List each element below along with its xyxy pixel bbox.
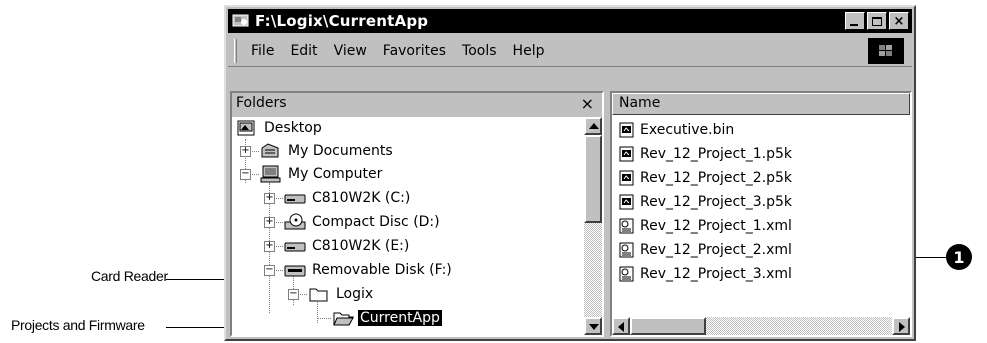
title-bar[interactable]: F:\Logix\CurrentApp × <box>228 9 912 33</box>
menu-help[interactable]: Help <box>505 43 553 59</box>
explorer-app-icon <box>232 13 250 29</box>
file-item[interactable]: Rev_12_Project_2.xml <box>618 239 792 261</box>
folder-icon <box>308 285 330 303</box>
arrow-right-icon <box>899 322 905 332</box>
tree-label: Compact Disc (D:) <box>312 214 440 230</box>
collapse-icon[interactable]: − <box>240 169 251 180</box>
scroll-up-button[interactable] <box>584 117 602 135</box>
menu-view[interactable]: View <box>326 43 375 59</box>
expand-icon[interactable]: + <box>240 146 251 157</box>
file-item[interactable]: Executive.bin <box>618 119 734 141</box>
menu-file[interactable]: File <box>243 43 282 59</box>
tree-item-removable-disk[interactable]: Removable Disk (F:) <box>284 259 454 281</box>
callout-projects-firmware: Projects and Firmware <box>11 317 145 333</box>
scroll-down-button[interactable] <box>584 317 602 335</box>
desktop-icon <box>236 119 258 137</box>
file-name: Rev_12_Project_3.p5k <box>640 194 792 210</box>
documents-folder-icon <box>260 142 282 160</box>
window-title: F:\Logix\CurrentApp <box>255 12 429 30</box>
menu-tools[interactable]: Tools <box>454 43 505 59</box>
menu-bar: File Edit View Favorites Tools Help <box>228 35 912 67</box>
binary-file-icon <box>618 145 636 163</box>
menu-favorites[interactable]: Favorites <box>375 43 454 59</box>
menu-edit[interactable]: Edit <box>282 43 325 59</box>
binary-file-icon <box>618 193 636 211</box>
file-item[interactable]: Rev_12_Project_3.xml <box>618 263 792 285</box>
file-item[interactable]: Rev_12_Project_1.p5k <box>618 143 792 165</box>
file-name: Executive.bin <box>640 122 735 138</box>
folder-tree: Desktop + My Documents − My Computer + C… <box>232 117 584 335</box>
file-name: Rev_12_Project_3.xml <box>640 266 792 282</box>
folders-pane: Folders × Desktop + My Documents − My Co… <box>230 91 604 337</box>
binary-file-icon <box>618 169 636 187</box>
scroll-left-button[interactable] <box>612 317 630 335</box>
explorer-window: F:\Logix\CurrentApp × File Edit View Fav… <box>224 5 916 341</box>
removable-disk-icon <box>284 261 306 279</box>
files-horizontal-scrollbar[interactable] <box>612 317 910 335</box>
drive-icon <box>284 189 306 207</box>
minimize-button[interactable] <box>845 12 865 30</box>
file-item[interactable]: Rev_12_Project_3.p5k <box>618 191 792 213</box>
file-name: Rev_12_Project_2.p5k <box>640 170 792 186</box>
tree-item-drive-e[interactable]: C810W2K (E:) <box>284 235 411 257</box>
tree-item-drive-c[interactable]: C810W2K (C:) <box>284 187 412 209</box>
window-controls: × <box>843 12 909 30</box>
tree-label: Removable Disk (F:) <box>312 262 452 278</box>
cd-icon <box>284 213 306 231</box>
file-name: Rev_12_Project_2.xml <box>640 242 792 258</box>
computer-icon <box>260 165 282 183</box>
tree-item-my-computer[interactable]: My Computer <box>260 163 384 185</box>
scroll-thumb[interactable] <box>584 135 602 223</box>
scroll-right-button[interactable] <box>892 317 910 335</box>
arrow-left-icon <box>618 322 624 332</box>
drive-icon <box>284 237 306 255</box>
tree-label: C810W2K (E:) <box>312 238 410 254</box>
file-item[interactable]: Rev_12_Project_2.p5k <box>618 167 792 189</box>
tree-item-compact-disc[interactable]: Compact Disc (D:) <box>284 211 442 233</box>
column-header-name[interactable]: Name <box>612 93 910 115</box>
callout-number-badge: 1 <box>946 244 972 270</box>
folders-header: Folders × <box>232 93 602 117</box>
tree-item-logix[interactable]: Logix <box>308 283 375 305</box>
file-item[interactable]: Rev_12_Project_1.xml <box>618 215 792 237</box>
folders-close-icon[interactable]: × <box>581 94 594 113</box>
windows-logo-icon <box>868 38 904 64</box>
close-button[interactable]: × <box>889 12 909 30</box>
tree-label: My Computer <box>288 166 383 182</box>
xml-file-icon <box>618 241 636 259</box>
file-name: Rev_12_Project_1.p5k <box>640 146 792 162</box>
arrow-up-icon <box>589 123 599 129</box>
xml-file-icon <box>618 217 636 235</box>
tree-label-selected: CurrentApp <box>358 310 442 326</box>
tree-label: C810W2K (C:) <box>312 190 411 206</box>
tree-label: My Documents <box>288 143 393 159</box>
callout-card-reader: Card Reader <box>91 268 168 284</box>
collapse-icon[interactable]: − <box>264 265 275 276</box>
folders-vertical-scrollbar[interactable] <box>584 117 602 335</box>
expand-icon[interactable]: + <box>264 193 275 204</box>
tree-item-my-documents[interactable]: My Documents <box>260 140 395 162</box>
collapse-icon[interactable]: − <box>288 289 299 300</box>
binary-file-icon <box>618 121 636 139</box>
maximize-button[interactable] <box>867 12 887 30</box>
scroll-thumb[interactable] <box>630 317 706 335</box>
tree-label: Logix <box>336 286 374 302</box>
expand-icon[interactable]: + <box>264 241 275 252</box>
file-name: Rev_12_Project_1.xml <box>640 218 792 234</box>
folders-header-label: Folders <box>236 95 287 111</box>
tree-item-currentapp[interactable]: CurrentApp <box>332 307 442 329</box>
expand-icon[interactable]: + <box>264 217 275 228</box>
arrow-down-icon <box>589 324 599 330</box>
menu-grip[interactable] <box>234 38 237 63</box>
open-folder-icon <box>332 309 354 327</box>
tree-item-desktop[interactable]: Desktop <box>236 117 324 139</box>
files-pane: Name Executive.bin Rev_12_Project_1.p5k … <box>610 91 912 337</box>
tree-label: Desktop <box>264 120 322 136</box>
xml-file-icon <box>618 265 636 283</box>
